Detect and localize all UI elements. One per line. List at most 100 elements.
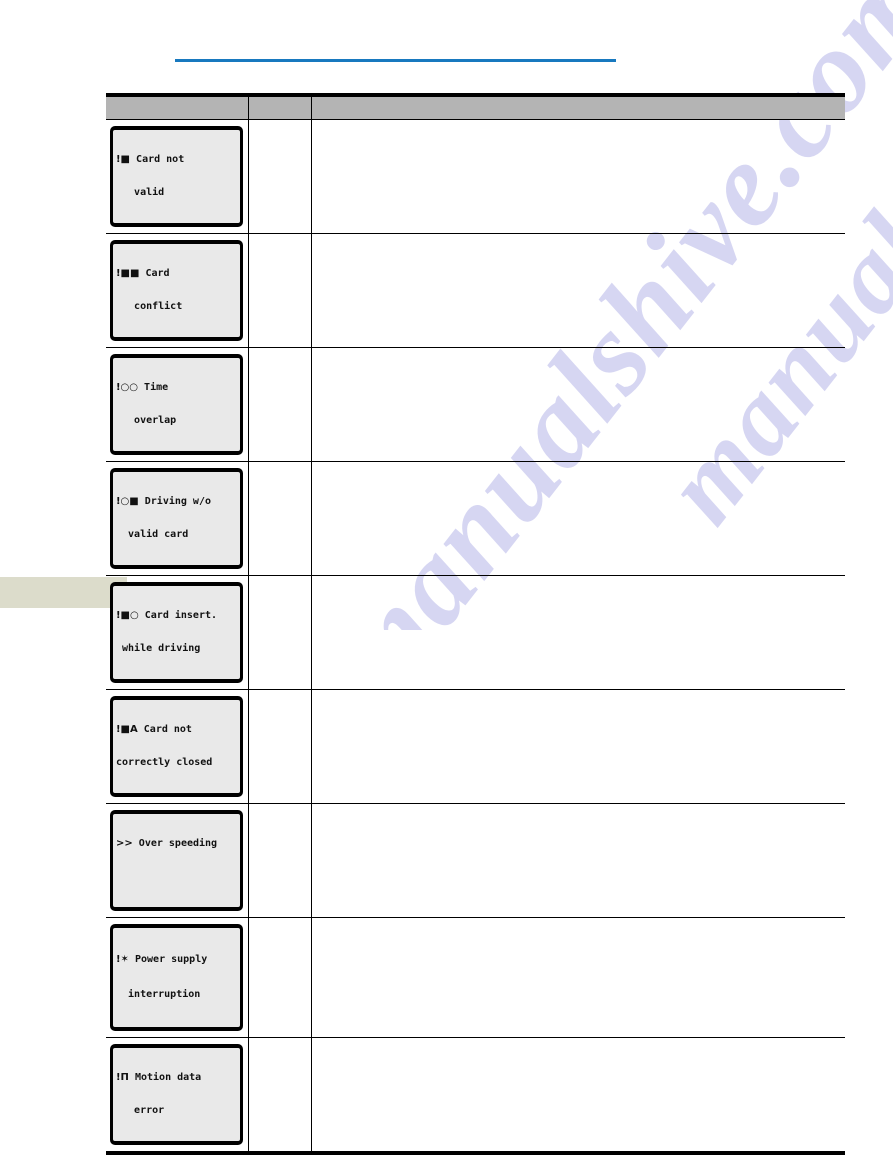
cell-description bbox=[311, 461, 845, 576]
lcd-panel: !○○ Time overlap bbox=[110, 354, 243, 455]
table-row: !■A Card not correctly closed bbox=[106, 689, 845, 804]
lcd-panel: !■○ Card insert. while driving bbox=[110, 582, 243, 683]
cell-display: >> Over speeding bbox=[106, 803, 249, 918]
cell-display: !■■ Card conflict bbox=[106, 233, 249, 348]
message-table-wrapper: !■ Card not valid !■■ Card conflict !○○ … bbox=[106, 93, 845, 1155]
lcd-line-1: !■■ Card bbox=[116, 268, 237, 279]
column-header-display bbox=[106, 95, 249, 120]
lcd-line-1: !■○ Card insert. bbox=[116, 610, 237, 621]
cell-code bbox=[248, 917, 312, 1038]
table-body: !■ Card not valid !■■ Card conflict !○○ … bbox=[106, 119, 845, 1154]
lcd-line-2: conflict bbox=[116, 301, 183, 312]
lcd-line-1: !✶ Power supply bbox=[116, 954, 237, 965]
warning-time-overlap-icon: !○○ bbox=[116, 382, 139, 393]
lcd-line-1: !Π Motion data bbox=[116, 1072, 237, 1083]
cell-display: !✶ Power supply interruption bbox=[106, 917, 249, 1038]
accent-rule bbox=[175, 59, 616, 62]
cell-description bbox=[311, 917, 845, 1038]
cell-description bbox=[311, 119, 845, 234]
cell-code bbox=[248, 461, 312, 576]
message-table: !■ Card not valid !■■ Card conflict !○○ … bbox=[106, 93, 845, 1155]
lcd-screen: !○○ Time overlap bbox=[113, 358, 240, 451]
cell-description bbox=[311, 347, 845, 462]
lcd-screen: !■A Card not correctly closed bbox=[113, 700, 240, 793]
lcd-line-1: !■ Card not bbox=[116, 154, 237, 165]
cell-code bbox=[248, 233, 312, 348]
lcd-line-1: >> Over speeding bbox=[116, 838, 237, 849]
cell-code bbox=[248, 575, 312, 690]
lcd-text-1: Driving w/o bbox=[144, 496, 211, 507]
cell-code bbox=[248, 689, 312, 804]
lcd-screen: !○■ Driving w/o valid card bbox=[113, 472, 240, 565]
lcd-panel: >> Over speeding bbox=[110, 810, 243, 911]
lcd-text-1: Power supply bbox=[134, 954, 208, 965]
lcd-screen: >> Over speeding bbox=[113, 814, 240, 907]
cell-display: !■ Card not valid bbox=[106, 119, 249, 234]
cell-display: !■○ Card insert. while driving bbox=[106, 575, 249, 690]
lcd-panel: !■■ Card conflict bbox=[110, 240, 243, 341]
lcd-line-1: !○■ Driving w/o bbox=[116, 496, 237, 507]
warning-card-conflict-icon: !■■ bbox=[116, 268, 140, 279]
lcd-line-2 bbox=[116, 871, 237, 882]
lcd-screen: !Π Motion data error bbox=[113, 1048, 240, 1141]
lcd-panel: !Π Motion data error bbox=[110, 1044, 243, 1145]
table-row: !■ Card not valid bbox=[106, 119, 845, 234]
table-row: !■■ Card conflict bbox=[106, 233, 845, 348]
lcd-panel: !○■ Driving w/o valid card bbox=[110, 468, 243, 569]
lcd-line-2: valid bbox=[116, 187, 165, 198]
warning-card-insert-driving-icon: !■○ bbox=[116, 610, 139, 621]
column-header-code bbox=[248, 95, 312, 120]
table-row: !Π Motion data error bbox=[106, 1037, 845, 1154]
lcd-text-1: Over speeding bbox=[138, 838, 218, 849]
motion-data-error-icon: !Π bbox=[116, 1072, 129, 1083]
cell-description bbox=[311, 233, 845, 348]
lcd-line-2: while driving bbox=[116, 643, 201, 654]
lcd-text-1: Card insert. bbox=[144, 610, 218, 621]
cell-code bbox=[248, 347, 312, 462]
lcd-line-2: overlap bbox=[116, 415, 177, 426]
column-header-description bbox=[311, 95, 845, 120]
cell-display: !Π Motion data error bbox=[106, 1037, 249, 1153]
cell-description bbox=[311, 1038, 845, 1154]
lcd-screen: !✶ Power supply interruption bbox=[113, 928, 240, 1027]
lcd-text-1: Time bbox=[144, 382, 169, 393]
lcd-screen: !■○ Card insert. while driving bbox=[113, 586, 240, 679]
table-row: !○■ Driving w/o valid card bbox=[106, 461, 845, 576]
lcd-panel: !✶ Power supply interruption bbox=[110, 924, 243, 1031]
power-supply-icon: !✶ bbox=[116, 954, 129, 965]
cell-description bbox=[311, 575, 845, 690]
cell-code bbox=[248, 1037, 312, 1153]
cell-code bbox=[248, 803, 312, 918]
lcd-line-2: valid card bbox=[116, 529, 189, 540]
cell-description bbox=[311, 689, 845, 804]
lcd-screen: !■ Card not valid bbox=[113, 130, 240, 223]
warning-driving-no-card-icon: !○■ bbox=[116, 496, 139, 507]
over-speeding-icon: >> bbox=[116, 838, 133, 849]
lcd-line-2: correctly closed bbox=[116, 757, 213, 768]
lcd-text-1: Card not bbox=[143, 724, 192, 735]
lcd-panel: !■A Card not correctly closed bbox=[110, 696, 243, 797]
cell-code bbox=[248, 119, 312, 234]
lcd-text-1: Card bbox=[145, 268, 170, 279]
lcd-panel: !■ Card not valid bbox=[110, 126, 243, 227]
lcd-text-1: Card not bbox=[136, 154, 185, 165]
warning-card-not-closed-icon: !■A bbox=[116, 724, 138, 735]
lcd-line-2: error bbox=[116, 1105, 165, 1116]
lcd-text-1: Motion data bbox=[134, 1072, 202, 1083]
lcd-line-1: !■A Card not bbox=[116, 724, 237, 735]
table-row: !✶ Power supply interruption bbox=[106, 917, 845, 1038]
lcd-line-2: interruption bbox=[116, 989, 201, 1000]
table-header bbox=[106, 95, 845, 120]
table-row: !■○ Card insert. while driving bbox=[106, 575, 845, 690]
lcd-line-1: !○○ Time bbox=[116, 382, 237, 393]
lcd-screen: !■■ Card conflict bbox=[113, 244, 240, 337]
table-row: !○○ Time overlap bbox=[106, 347, 845, 462]
table-row: >> Over speeding bbox=[106, 803, 845, 918]
cell-description bbox=[311, 803, 845, 918]
cell-display: !○○ Time overlap bbox=[106, 347, 249, 462]
table-header-row bbox=[106, 95, 845, 120]
warning-card-icon: !■ bbox=[116, 154, 131, 165]
cell-display: !○■ Driving w/o valid card bbox=[106, 461, 249, 576]
cell-display: !■A Card not correctly closed bbox=[106, 689, 249, 804]
document-page: manualshive.com manualshive.com !■ Card … bbox=[0, 0, 893, 1155]
